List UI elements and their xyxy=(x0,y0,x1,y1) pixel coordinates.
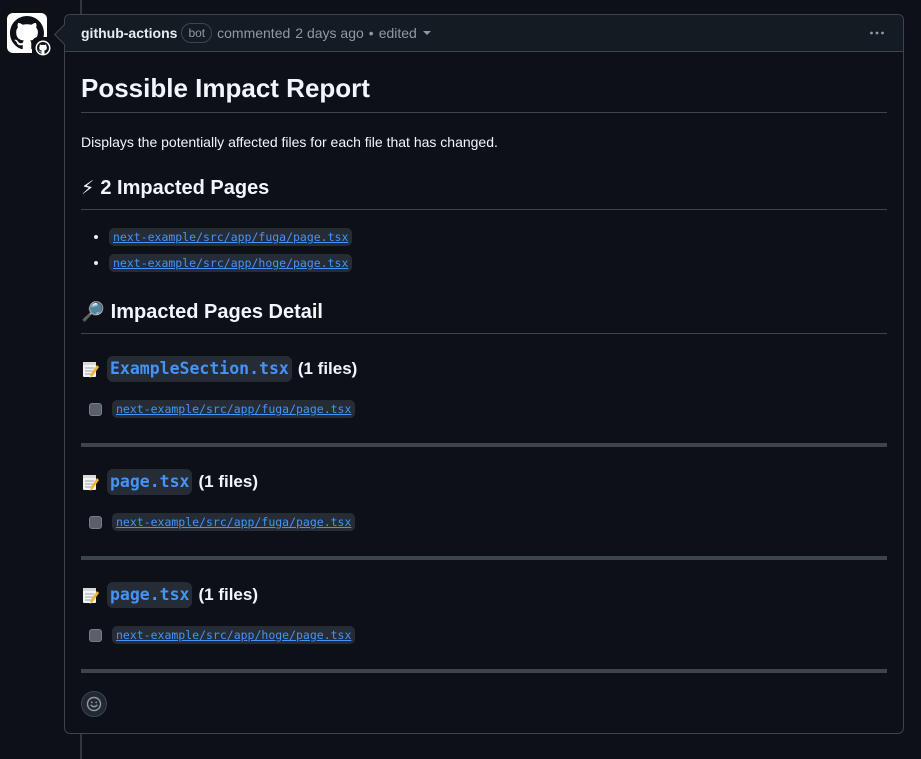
file-path-link[interactable]: next-example/src/app/fuga/page.tsx xyxy=(112,513,356,531)
changed-file-link[interactable]: page.tsx xyxy=(107,469,193,495)
memo-icon xyxy=(81,360,99,378)
task-list-item: next-example/src/app/hoge/page.tsx xyxy=(89,625,887,645)
comment-timestamp[interactable]: 2 days ago xyxy=(295,25,364,41)
impacted-pages-heading-text: 2 Impacted Pages xyxy=(100,177,270,199)
memo-icon xyxy=(81,473,99,491)
changed-file-link[interactable]: page.tsx xyxy=(107,582,193,608)
file-path-link[interactable]: next-example/src/app/fuga/page.tsx xyxy=(109,228,353,246)
github-actions-icon xyxy=(35,40,51,56)
comment-action: commented xyxy=(217,25,291,41)
meta-separator: • xyxy=(368,25,374,41)
list-item: next-example/src/app/hoge/page.tsx xyxy=(109,250,887,276)
smiley-icon xyxy=(86,696,102,712)
section-divider xyxy=(81,669,887,673)
file-path-link[interactable]: next-example/src/app/hoge/page.tsx xyxy=(112,626,356,644)
chevron-down-icon xyxy=(422,31,431,35)
impacted-detail-heading: 🔎 Impacted Pages Detail xyxy=(81,300,887,334)
task-checkbox[interactable] xyxy=(89,515,102,529)
list-item: next-example/src/app/fuga/page.tsx xyxy=(109,224,887,250)
impacted-pages-heading: ⚡ 2 Impacted Pages xyxy=(81,176,887,210)
file-path-link[interactable]: next-example/src/app/fuga/page.tsx xyxy=(112,400,356,418)
file-path-link[interactable]: next-example/src/app/hoge/page.tsx xyxy=(109,254,353,272)
edited-label: edited xyxy=(378,25,417,41)
memo-icon xyxy=(81,586,99,604)
task-checkbox[interactable] xyxy=(89,628,102,642)
app-badge xyxy=(32,37,54,59)
comment-header: github-actions bot commented 2 days ago … xyxy=(65,15,903,52)
author-link[interactable]: github-actions xyxy=(81,25,177,41)
task-checkbox[interactable] xyxy=(89,402,102,416)
impacted-pages-list: next-example/src/app/fuga/page.tsx next-… xyxy=(81,224,887,276)
files-count: (1 files) xyxy=(297,359,358,378)
comment-box: github-actions bot commented 2 days ago … xyxy=(53,14,904,734)
impacted-detail-heading-text: Impacted Pages Detail xyxy=(110,301,323,323)
task-list-item: next-example/src/app/fuga/page.tsx xyxy=(89,399,887,419)
bot-badge: bot xyxy=(181,23,213,43)
files-count: (1 files) xyxy=(198,472,259,491)
changed-file-link[interactable]: ExampleSection.tsx xyxy=(107,356,292,382)
section-divider xyxy=(81,443,887,447)
task-list-item: next-example/src/app/fuga/page.tsx xyxy=(89,512,887,532)
edited-dropdown[interactable]: edited xyxy=(379,25,431,41)
detail-section-heading: ExampleSection.tsx (1 files) xyxy=(81,356,887,382)
comment-body: Possible Impact Report Displays the pote… xyxy=(65,72,903,673)
report-title: Possible Impact Report xyxy=(81,72,887,113)
files-count: (1 files) xyxy=(198,585,259,604)
kebab-horizontal-icon xyxy=(870,31,884,35)
lightning-icon: ⚡ xyxy=(81,178,95,199)
comment-options-button[interactable] xyxy=(867,23,887,43)
report-description: Displays the potentially affected files … xyxy=(81,134,498,150)
section-divider xyxy=(81,556,887,560)
detail-section-heading: page.tsx (1 files) xyxy=(81,469,887,495)
add-reaction-button[interactable] xyxy=(81,691,107,717)
magnifier-icon: 🔎 xyxy=(81,302,105,323)
page: github-actions bot commented 2 days ago … xyxy=(0,0,921,759)
detail-section-heading: page.tsx (1 files) xyxy=(81,582,887,608)
